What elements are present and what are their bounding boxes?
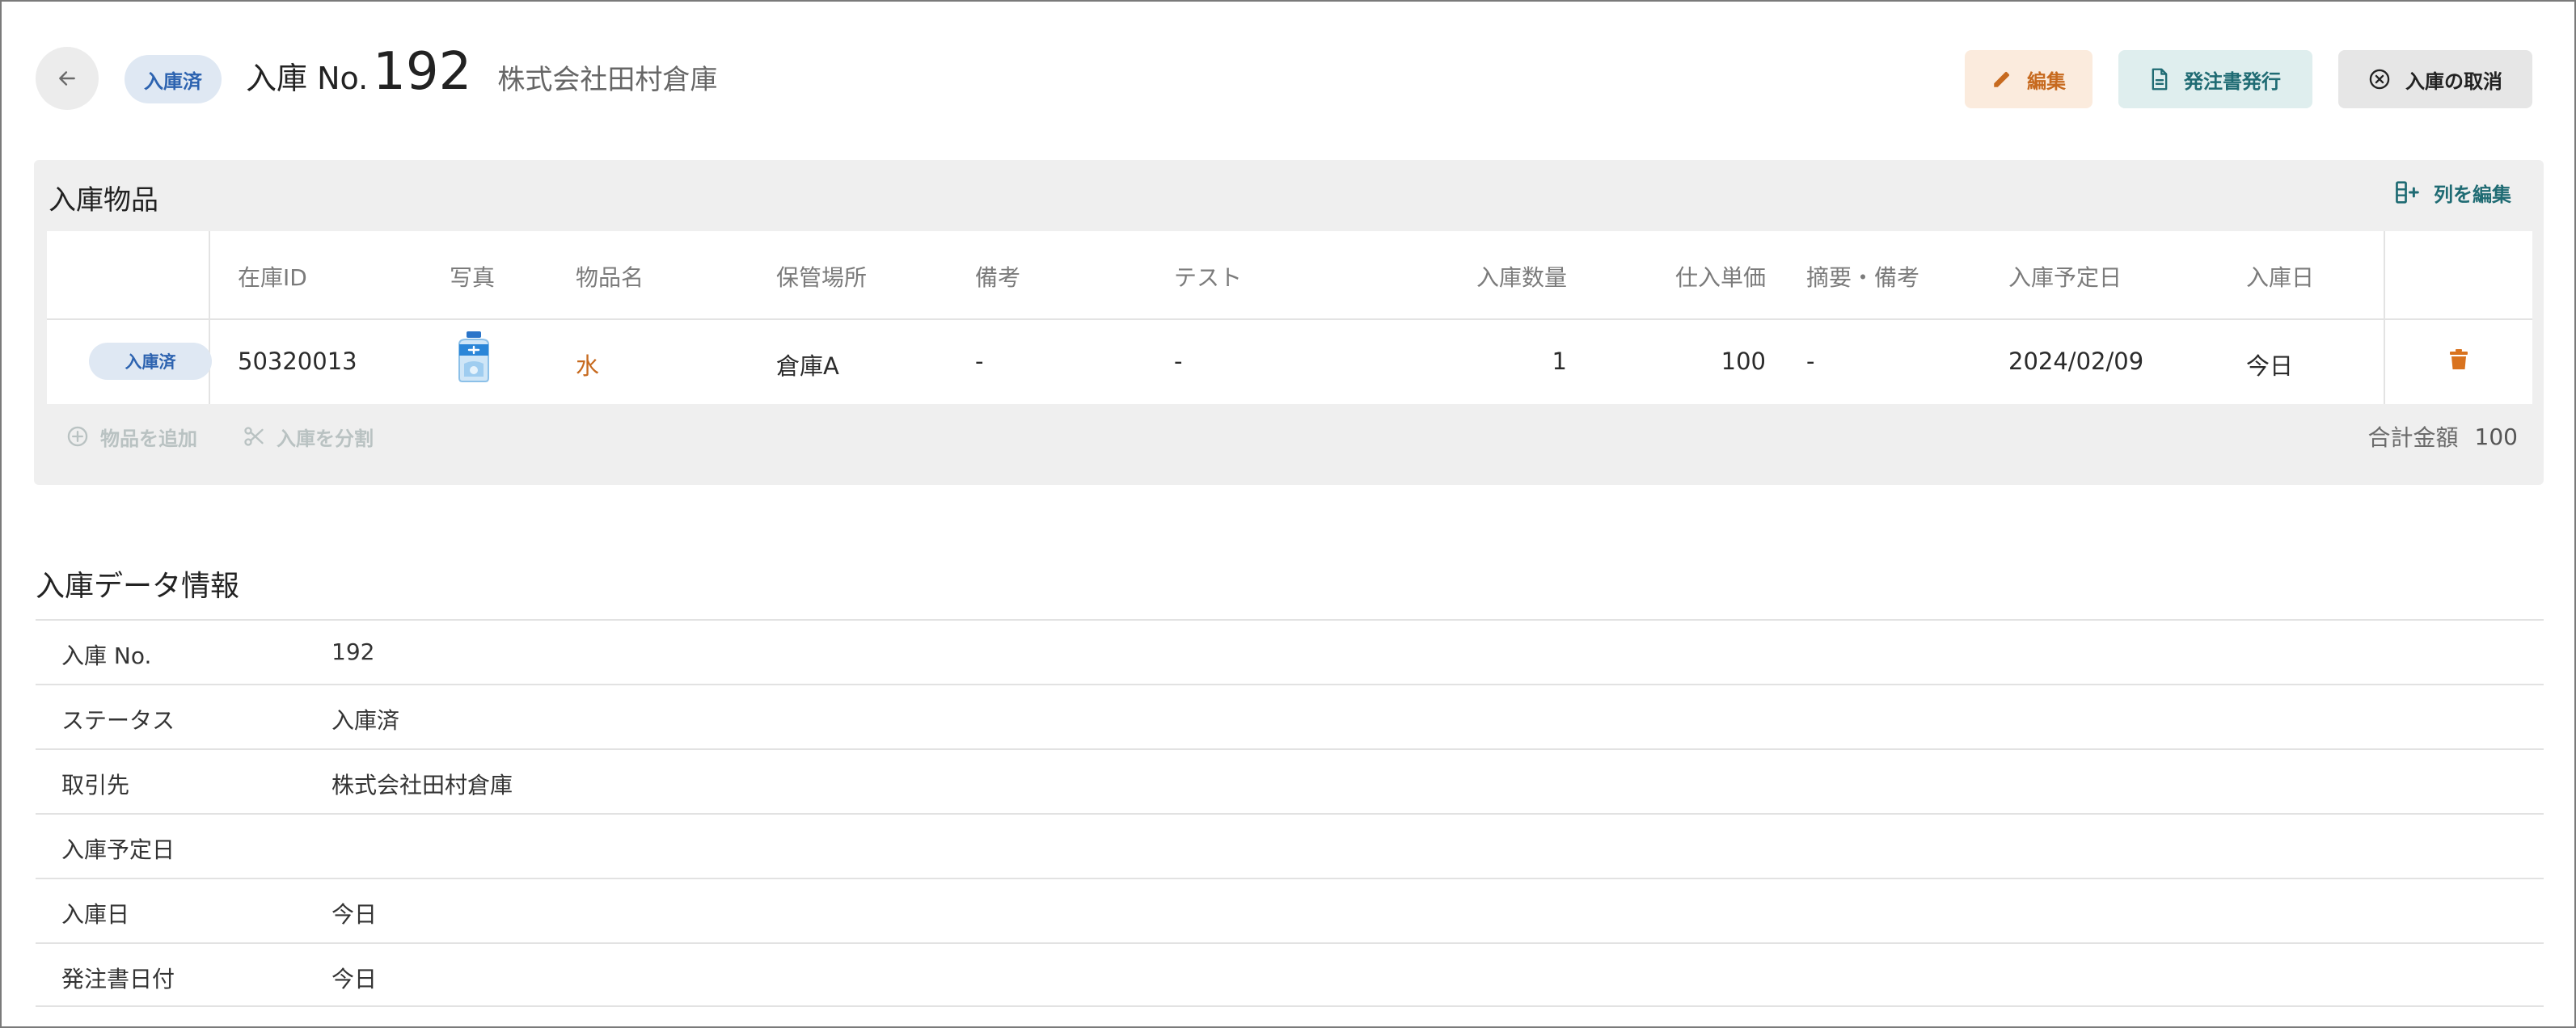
total-amount: 合計金額 100 (2368, 420, 2518, 453)
circle-x-icon (2369, 69, 2390, 90)
info-row-receipt-no: 入庫 No. 192 (36, 619, 2544, 684)
scissors-icon (244, 427, 264, 446)
add-item-label: 物品を追加 (100, 427, 197, 450)
info-row-order-date: 発注書日付 今日 (36, 942, 2544, 1007)
col-header-scheduled-date[interactable]: 入庫予定日 (2008, 260, 2122, 293)
edit-columns-label: 列を編集 (2434, 183, 2511, 206)
receipt-info-list: 入庫 No. 192 ステータス 入庫済 取引先 株式会社田村倉庫 入庫予定日 … (36, 619, 2544, 1007)
trash-icon[interactable] (2450, 349, 2468, 373)
plus-circle-icon (67, 426, 88, 447)
info-row-received-date: 入庫日 今日 (36, 878, 2544, 942)
split-receipt-label: 入庫を分割 (277, 427, 374, 450)
info-value: 株式会社田村倉庫 (332, 772, 513, 798)
col-header-summary-note[interactable]: 摘要・備考 (1806, 260, 1919, 293)
cell-location: 倉庫A (776, 352, 839, 380)
info-row-supplier: 取引先 株式会社田村倉庫 (36, 748, 2544, 813)
column-divider (2384, 231, 2385, 404)
info-label: 取引先 (61, 772, 130, 798)
col-header-received-date[interactable]: 入庫日 (2246, 260, 2314, 293)
column-divider (209, 231, 210, 404)
col-header-photo[interactable]: 写真 (450, 260, 495, 293)
cell-quantity: 1 (1552, 348, 1567, 375)
total-label: 合計金額 (2367, 424, 2459, 451)
cell-summary-note: - (1806, 348, 1815, 375)
cell-item-name-link[interactable]: 水 (576, 348, 599, 381)
back-button[interactable] (36, 47, 99, 110)
row-divider (47, 318, 2532, 320)
row-status-badge: 入庫済 (89, 343, 212, 380)
info-label: 入庫 No. (61, 642, 152, 669)
add-item-button[interactable]: 物品を追加 (66, 423, 197, 451)
cell-stock-id: 50320013 (238, 348, 357, 375)
col-header-unit-price[interactable]: 仕入単価 (1620, 260, 1766, 293)
cancel-receipt-button[interactable]: 入庫の取消 (2338, 50, 2532, 108)
cancel-receipt-button-label: 入庫の取消 (2405, 70, 2502, 93)
info-value: 入庫済 (332, 707, 400, 734)
info-value: 今日 (332, 901, 378, 928)
column-add-icon (2396, 181, 2419, 204)
received-items-card: 入庫物品 列を編集 在庫ID 写真 物品名 保管場所 備考 テスト 入庫数量 仕… (34, 160, 2544, 485)
split-receipt-button[interactable]: 入庫を分割 (243, 423, 374, 451)
col-header-test[interactable]: テスト (1174, 260, 1242, 293)
info-label: ステータス (61, 707, 175, 734)
water-bottle-icon[interactable] (451, 331, 496, 383)
col-header-stock-id[interactable]: 在庫ID (238, 260, 307, 293)
pencil-icon (1994, 72, 2009, 87)
cell-received-date: 今日 (2246, 352, 2294, 380)
receipt-number: 192 (373, 42, 472, 102)
card-title: 入庫物品 (49, 184, 158, 217)
table-footer-actions: 物品を追加 入庫を分割 (66, 420, 419, 453)
info-row-scheduled-date: 入庫予定日 (36, 813, 2544, 878)
col-header-quantity[interactable]: 入庫数量 (1421, 260, 1567, 293)
info-label: 入庫日 (61, 901, 130, 928)
title-prefix: 入庫 No. (246, 61, 369, 96)
cell-test: - (1174, 348, 1183, 375)
edit-columns-button[interactable]: 列を編集 (2395, 176, 2511, 209)
total-value: 100 (2474, 423, 2518, 450)
issue-order-button-label: 発注書発行 (2184, 70, 2281, 93)
edit-button-label: 編集 (2027, 70, 2066, 93)
info-value: 192 (332, 638, 375, 665)
cell-remarks: - (975, 348, 984, 375)
page-title: 入庫 No. 192 株式会社田村倉庫 (246, 42, 717, 120)
col-header-location[interactable]: 保管場所 (776, 260, 867, 293)
issue-order-button[interactable]: 発注書発行 (2118, 50, 2312, 108)
document-icon (2152, 68, 2168, 91)
items-table: 在庫ID 写真 物品名 保管場所 備考 テスト 入庫数量 仕入単価 摘要・備考 … (47, 231, 2532, 404)
arrow-left-icon (59, 71, 75, 86)
col-header-item-name[interactable]: 物品名 (576, 260, 644, 293)
supplier-name: 株式会社田村倉庫 (497, 64, 718, 96)
cell-scheduled-date: 2024/02/09 (2008, 348, 2144, 375)
info-label: 入庫予定日 (61, 836, 175, 863)
edit-button[interactable]: 編集 (1965, 50, 2092, 108)
info-section-title: 入庫データ情報 (36, 570, 240, 603)
info-row-status: ステータス 入庫済 (36, 684, 2544, 748)
col-header-remarks[interactable]: 備考 (975, 260, 1020, 293)
status-badge: 入庫済 (125, 55, 222, 103)
info-label: 発注書日付 (61, 966, 175, 992)
info-value: 今日 (332, 966, 378, 992)
cell-unit-price: 100 (1721, 348, 1766, 375)
